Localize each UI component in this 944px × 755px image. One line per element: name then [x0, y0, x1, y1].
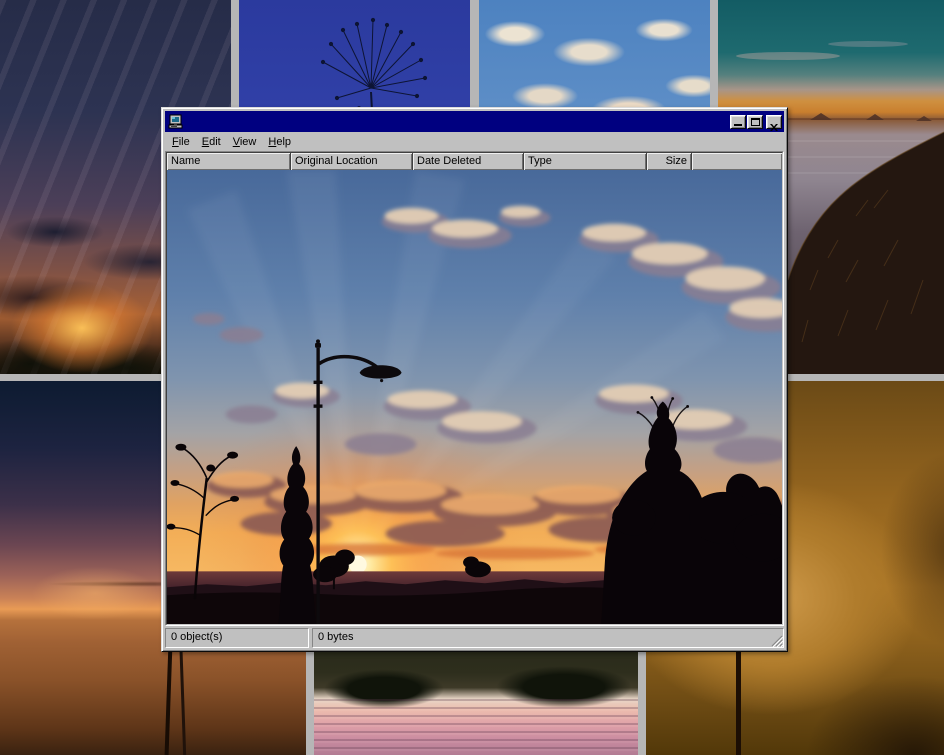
column-header-date-deleted[interactable]: Date Deleted: [413, 153, 524, 170]
maximize-icon: [751, 118, 760, 126]
column-header-filler: [692, 153, 782, 170]
menu-bar: File Edit View Help: [165, 132, 784, 151]
resize-grip-icon[interactable]: [770, 634, 783, 647]
computer-icon: [168, 114, 184, 130]
close-button[interactable]: [766, 115, 782, 129]
column-header-name[interactable]: Name: [167, 153, 291, 170]
titlebar[interactable]: [165, 111, 784, 132]
water-pole: [736, 636, 741, 755]
menu-help[interactable]: Help: [262, 134, 297, 150]
recycle-bin-window: File Edit View Help Name Original Locati…: [161, 107, 788, 652]
sunset-streetlamp-photo: [167, 170, 782, 624]
status-object-count: 0 object(s): [165, 628, 309, 648]
column-header-original-location[interactable]: Original Location: [291, 153, 413, 170]
folder-view[interactable]: Name Original Location Date Deleted Type…: [166, 152, 783, 625]
column-header-size[interactable]: Size: [647, 153, 692, 170]
menu-file[interactable]: File: [166, 134, 196, 150]
window-controls: [730, 115, 782, 129]
desktop: File Edit View Help Name Original Locati…: [0, 0, 944, 755]
minimize-icon: [734, 124, 742, 126]
column-headers: Name Original Location Date Deleted Type…: [167, 153, 782, 170]
close-icon: [770, 119, 778, 134]
status-bar: 0 object(s) 0 bytes: [165, 628, 784, 648]
menu-view[interactable]: View: [227, 134, 263, 150]
menu-edit[interactable]: Edit: [196, 134, 227, 150]
maximize-button[interactable]: [747, 115, 763, 129]
water-ripples: [314, 699, 638, 755]
column-header-type[interactable]: Type: [524, 153, 647, 170]
minimize-button[interactable]: [730, 115, 746, 129]
status-byte-count: 0 bytes: [312, 628, 784, 648]
folder-view-frame: Name Original Location Date Deleted Type…: [165, 151, 784, 626]
